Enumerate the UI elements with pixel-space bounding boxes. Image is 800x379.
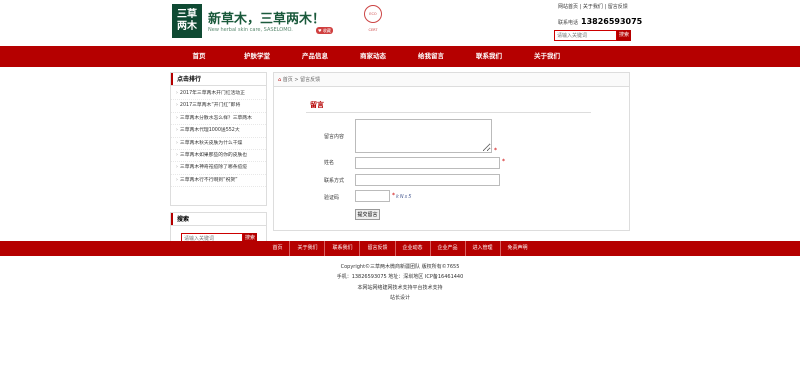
logo-line-2: 两木 [177,21,197,32]
contact-row: 联系方式 [324,177,354,184]
header-search-button[interactable]: 搜索 [617,30,631,41]
list-item[interactable]: 三草两木分散水怎么样？三草两木 [171,113,266,126]
footer-link-feedback[interactable]: 留言反馈 [360,241,396,256]
submit-button[interactable]: 提交留言 [355,209,380,220]
content-row: 留言内容 [324,133,354,140]
contact-label: 联系方式 [324,178,345,184]
footer-link-disclaimer[interactable]: 免责声明 [501,241,535,256]
page-title: 留言 [306,100,591,113]
captcha-field[interactable] [355,190,390,202]
footer-link-contact[interactable]: 联系我们 [325,241,361,256]
header-search-input[interactable] [554,30,617,41]
list-item[interactable]: 三草两木行不行啊到“祝贺” [171,175,266,188]
phone-info: 联系电话 13826593075 [558,17,642,26]
nav-item-about[interactable]: 关于我们 [518,46,576,67]
sidebar-search-title: 搜索 [171,213,266,226]
list-item[interactable]: 三草两木如果那些的你的皮肤也 [171,150,266,163]
footer-link-about[interactable]: 关于我们 [290,241,326,256]
main-nav: 首页 护肤学堂 产品信息 商家动态 给我留言 联系我们 关于我们 [0,46,800,67]
captcha-row: 验证码 [324,194,354,201]
nav-item-home[interactable]: 首页 [170,46,228,67]
required-mark: * [392,192,395,199]
footer-support: 本网站网络建网技术支持平台技术支持 [357,285,443,291]
footer-copyright: Copyright©三草两木微商新疆团队 版权所有©7655 [340,264,460,270]
breadcrumb-home[interactable]: 首页 [283,77,293,83]
captcha-label: 验证码 [324,195,340,201]
eco-seal-icon: ECO CERT [364,5,382,32]
footer-design: 站长设计 [389,295,410,301]
name-field[interactable] [355,157,500,169]
phone-label: 联系电话 [558,20,579,26]
contact-field[interactable] [355,174,500,186]
captcha-image[interactable]: kNs5 [396,194,412,200]
nav-item-skincare[interactable]: 护肤学堂 [228,46,286,67]
sidebar: 点击排行 2017年三草两木开门红活动正 2017三草两木“开门红”即将 三草两… [170,72,267,244]
ranking-box: 点击排行 2017年三草两木开门红活动正 2017三草两木“开门红”即将 三草两… [170,72,267,206]
list-item[interactable]: 2017年三草两木开门红活动正 [171,88,266,101]
required-mark: * [494,147,497,154]
name-label: 姓名 [324,160,335,166]
favorite-badge[interactable]: ♥ 收藏 [316,27,333,34]
footer-link-home[interactable]: 首页 [265,241,291,256]
nav-item-contact[interactable]: 联系我们 [460,46,518,67]
ranking-title: 点击排行 [171,73,266,86]
breadcrumb: ⌂ 首页 > 留言反馈 [274,73,629,87]
content-label: 留言内容 [324,134,345,140]
site-slogan: 新草木，三草两木！ [208,12,326,27]
list-item[interactable]: 2017三草两木“开门红”即将 [171,100,266,113]
phone-number: 13826593075 [581,17,643,26]
breadcrumb-current: 留言反馈 [300,77,321,83]
nav-item-message[interactable]: 给我留言 [402,46,460,67]
nav-item-products[interactable]: 产品信息 [286,46,344,67]
content-textarea[interactable] [355,119,492,153]
name-row: 姓名 [324,159,354,166]
logo-line-1: 三草 [177,9,197,20]
required-mark: * [502,158,505,165]
message-panel: ⌂ 首页 > 留言反馈 留言 留言内容 * 姓名 * 联系方式 验证码 * kN… [273,72,630,231]
site-logo[interactable]: 三草 两木 [172,4,202,38]
ranking-list: 2017年三草两木开门红活动正 2017三草两木“开门红”即将 三草两木分散水怎… [171,86,266,205]
site-sub-slogan: New herbal skin care, SASELOMO. [208,27,293,33]
sidebar-search-box: 搜索 搜索 [170,212,267,244]
footer-link-news[interactable]: 企业动态 [396,241,431,256]
list-item[interactable]: 三草两木秋天皮肤为什么干燥 [171,138,266,150]
list-item[interactable]: 三草两木代理1000送552大 [171,125,266,138]
footer-nav: 首页 关于我们 联系我们 留言反馈 企业动态 企业产品 进入管理 免责声明 [0,241,800,256]
footer-contact: 手机：13826593075 地址：深圳地区 ICP备16461440 [336,274,464,280]
footer-link-products[interactable]: 企业产品 [431,241,466,256]
nav-item-news[interactable]: 商家动态 [344,46,402,67]
footer-link-admin[interactable]: 进入管理 [466,241,501,256]
top-links[interactable]: 网站首页 | 关于我们 | 留言反馈 [558,3,628,10]
header-search: 搜索 [554,30,631,41]
list-item[interactable]: 三草两木神奇祛痘除了哪条痘痘 [171,162,266,175]
